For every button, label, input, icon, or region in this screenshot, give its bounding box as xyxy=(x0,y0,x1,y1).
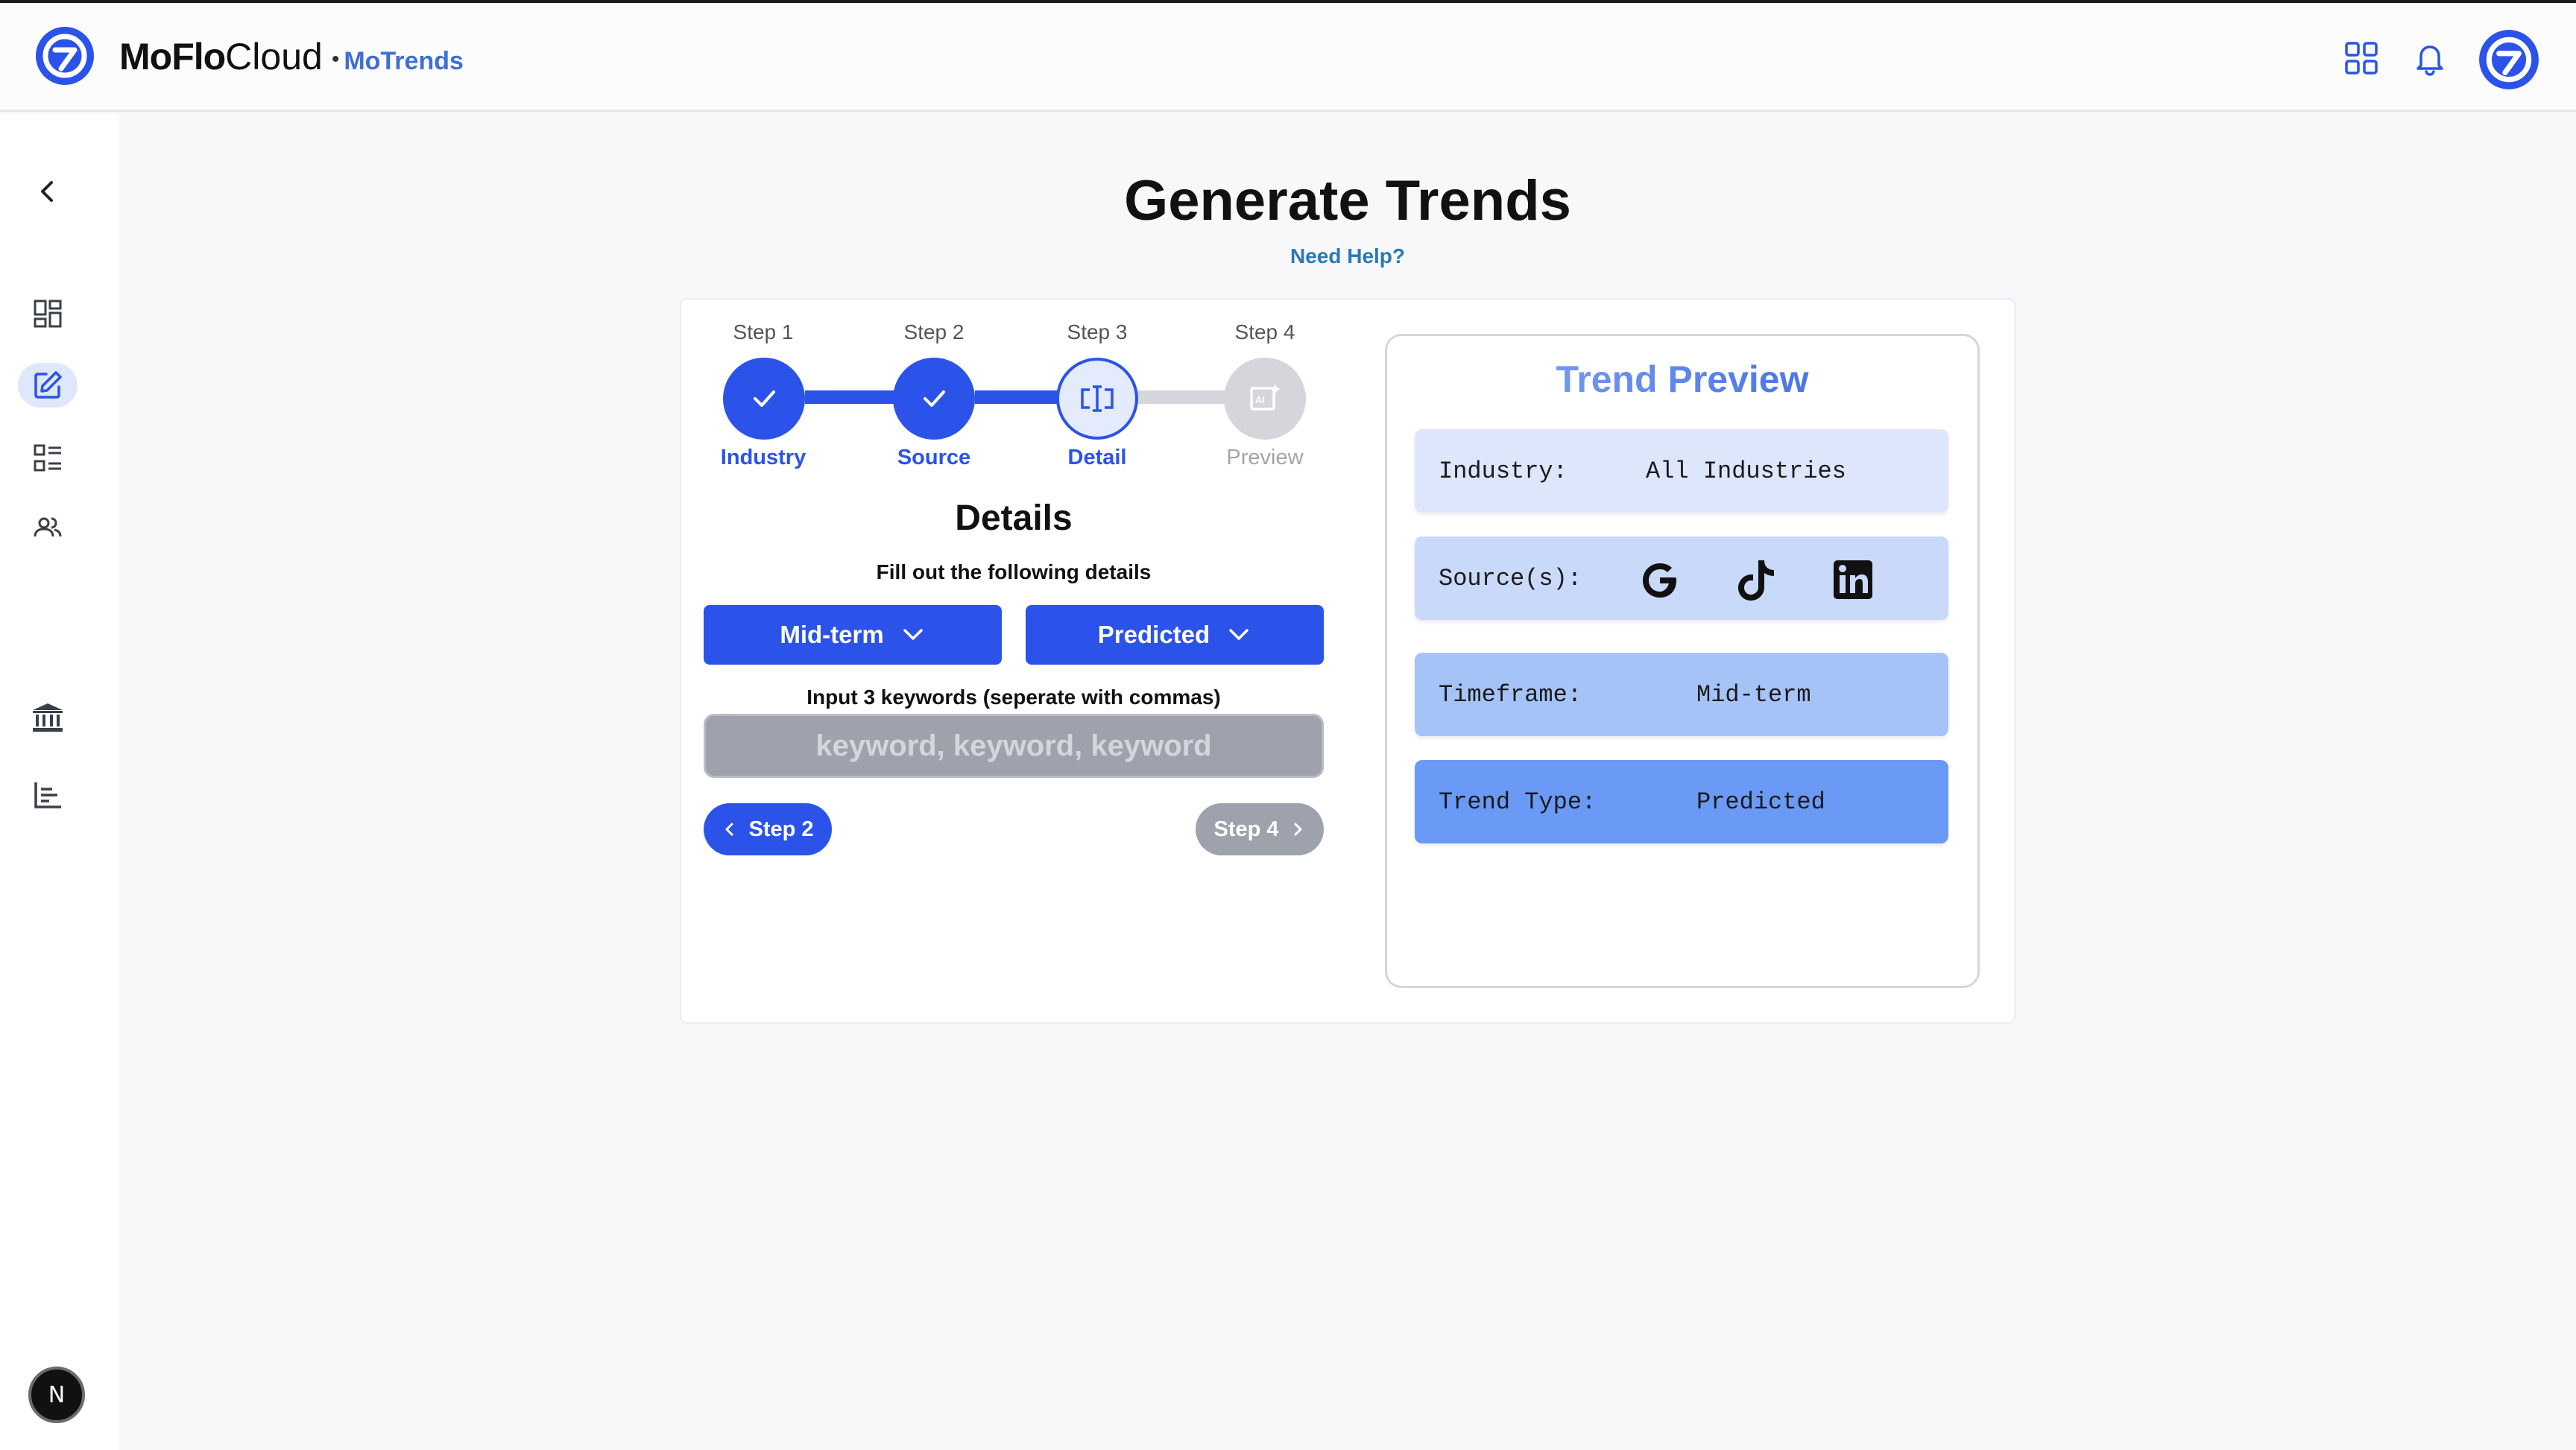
details-title: Details xyxy=(955,498,1073,538)
brand-separator: • xyxy=(331,46,340,72)
step-2-name: Source xyxy=(897,446,971,469)
linkedin-icon xyxy=(1834,560,1872,599)
check-icon xyxy=(754,390,775,407)
sidebar-collapse-button[interactable] xyxy=(18,169,78,214)
next-step-4-button[interactable]: Step 4 xyxy=(1196,803,1324,855)
dashboard-icon xyxy=(34,300,62,328)
trend-type-select[interactable]: Predicted xyxy=(1026,605,1324,665)
logo-icon[interactable] xyxy=(34,25,95,86)
avatar-icon[interactable] xyxy=(2478,28,2540,91)
apps-grid-icon[interactable] xyxy=(2340,37,2382,79)
step-3-circle[interactable] xyxy=(1056,358,1138,440)
step-4-label: Step 4 xyxy=(1234,320,1295,343)
nextjs-badge[interactable]: N xyxy=(28,1367,85,1423)
sidebar-item-list[interactable] xyxy=(18,436,78,481)
preview-title: Trend Preview xyxy=(1385,358,1980,401)
step-3-name: Detail xyxy=(1067,446,1127,469)
bank-icon xyxy=(33,703,63,732)
sources-key: Source(s): xyxy=(1439,565,1582,592)
step-1-circle[interactable] xyxy=(723,358,805,440)
preview-row-industry: Industry: All Industries xyxy=(1415,429,1948,513)
list-icon xyxy=(34,444,61,472)
ai-image-icon: AI xyxy=(1250,384,1281,411)
timeframe-select[interactable]: Mid-term xyxy=(704,605,1002,665)
app-header: MoFloCloud • MoTrends xyxy=(0,3,2576,112)
chevron-down-icon xyxy=(903,629,923,640)
edit-icon xyxy=(34,371,62,399)
industry-key: Industry: xyxy=(1439,458,1568,485)
chart-icon xyxy=(34,782,61,808)
sidebar-item-dashboard[interactable] xyxy=(18,291,78,336)
preview-row-sources: Source(s): xyxy=(1415,536,1948,620)
text-cursor-icon xyxy=(1081,385,1114,412)
step-4-circle[interactable]: AI xyxy=(1224,358,1306,440)
page-title: Generate Trends xyxy=(1124,169,1571,232)
app-name: MoTrends xyxy=(344,47,464,75)
back-button-label: Step 2 xyxy=(748,817,814,841)
tiktok-icon xyxy=(1738,560,1774,601)
timeframe-select-value: Mid-term xyxy=(780,621,884,648)
step-2-circle[interactable] xyxy=(893,358,975,440)
svg-text:AI: AI xyxy=(1255,394,1265,405)
sidebar-item-generate[interactable] xyxy=(18,363,78,408)
bell-icon[interactable] xyxy=(2409,37,2451,79)
next-button-label: Step 4 xyxy=(1213,817,1279,841)
brand-title[interactable]: MoFloCloud • MoTrends xyxy=(119,34,464,83)
details-subtitle: Fill out the following details xyxy=(876,560,1152,583)
brand-light: Cloud xyxy=(225,36,323,77)
sidebar-item-institution[interactable] xyxy=(18,695,78,740)
step-connector-1 xyxy=(805,390,902,404)
step-2-label: Step 2 xyxy=(903,320,965,343)
step-3-label: Step 3 xyxy=(1067,320,1128,343)
trend-type-value: Predicted xyxy=(1696,788,1825,816)
back-step-2-button[interactable]: Step 2 xyxy=(704,803,832,855)
users-icon xyxy=(34,517,62,537)
step-connector-2 xyxy=(975,390,1063,404)
sidebar-item-analytics[interactable] xyxy=(18,773,78,817)
timeframe-key: Timeframe: xyxy=(1439,681,1582,709)
preview-row-timeframe: Timeframe: Mid-term xyxy=(1415,653,1948,736)
brand-bold: MoFlo xyxy=(119,36,226,77)
keywords-label: Input 3 keywords (seperate with commas) xyxy=(806,686,1221,709)
trend-type-select-value: Predicted xyxy=(1097,621,1210,648)
step-4-name: Preview xyxy=(1226,446,1304,469)
trend-type-key: Trend Type: xyxy=(1439,788,1597,816)
sidebar xyxy=(0,114,119,1450)
google-icon xyxy=(1643,563,1676,598)
need-help-link[interactable]: Need Help? xyxy=(119,244,2576,268)
chevron-left-icon xyxy=(725,823,733,836)
preview-row-trend-type: Trend Type: Predicted xyxy=(1415,760,1948,843)
step-1-name: Industry xyxy=(720,446,806,469)
chevron-right-icon xyxy=(1294,823,1302,836)
step-connector-3 xyxy=(1137,390,1225,404)
timeframe-value: Mid-term xyxy=(1696,681,1811,709)
chevron-left-icon xyxy=(41,181,53,202)
keywords-input[interactable] xyxy=(704,714,1324,778)
check-icon xyxy=(924,390,945,407)
industry-value: All Industries xyxy=(1646,458,1846,485)
chevron-down-icon xyxy=(1229,629,1248,640)
sidebar-item-users[interactable] xyxy=(18,506,78,551)
step-1-label: Step 1 xyxy=(733,320,794,343)
